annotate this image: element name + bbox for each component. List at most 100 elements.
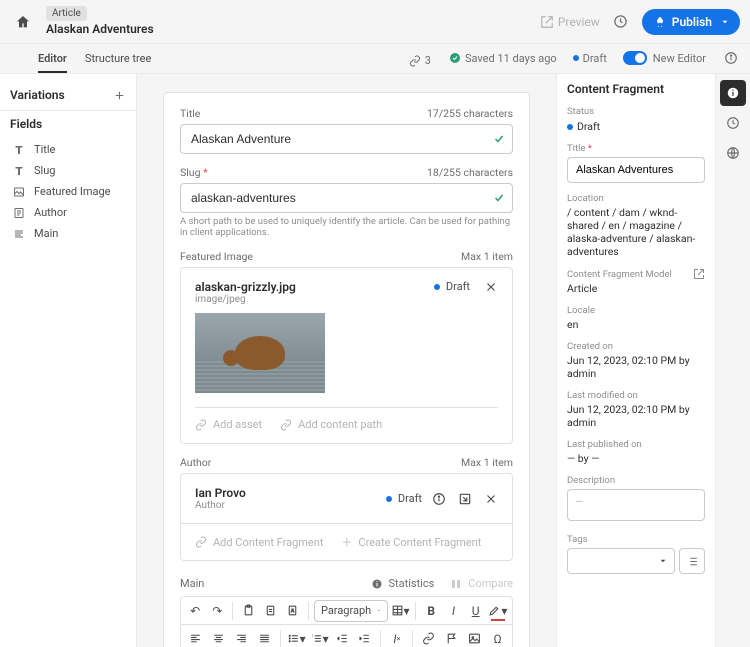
paste-button[interactable] bbox=[238, 600, 258, 622]
prop-label-model: Content Fragment Model bbox=[567, 269, 672, 280]
clock-icon bbox=[613, 14, 628, 29]
ghost-label: Create Content Fragment bbox=[358, 536, 481, 549]
chevron-down-icon bbox=[377, 606, 381, 615]
asset-thumbnail[interactable] bbox=[195, 313, 325, 393]
prop-value-modified: Jun 12, 2023, 02:10 PM by admin bbox=[567, 403, 705, 429]
tab-row: Editor Structure tree 3 Saved 11 days ag… bbox=[0, 44, 750, 74]
asset-filename: alaskan-grizzly.jpg bbox=[195, 280, 434, 294]
rail-languages-button[interactable] bbox=[720, 140, 746, 166]
rail-history-button[interactable] bbox=[720, 110, 746, 136]
open-external-icon bbox=[693, 268, 705, 280]
link-button[interactable] bbox=[418, 628, 439, 647]
form-panel: Title 17/255 characters Slug 18/255 char… bbox=[137, 74, 556, 647]
number-list-button[interactable]: 1▾ bbox=[309, 628, 330, 647]
tags-select[interactable] bbox=[567, 548, 675, 574]
preview-button[interactable]: Preview bbox=[540, 15, 600, 29]
align-center-button[interactable] bbox=[208, 628, 229, 647]
align-left-button[interactable] bbox=[185, 628, 206, 647]
slug-input[interactable] bbox=[180, 183, 513, 213]
open-external-icon bbox=[540, 15, 554, 29]
author-status: Draft bbox=[398, 492, 422, 505]
paragraph-format-select[interactable]: Paragraph bbox=[314, 600, 388, 622]
info-button[interactable] bbox=[722, 49, 740, 67]
rocket-icon bbox=[654, 16, 666, 28]
publish-button[interactable]: Publish bbox=[642, 9, 740, 35]
create-content-fragment-button[interactable]: ＋ Create Content Fragment bbox=[341, 534, 481, 550]
anchor-button[interactable] bbox=[441, 628, 462, 647]
field-nav-label: Featured Image bbox=[34, 185, 110, 198]
add-content-fragment-button[interactable]: Add Content Fragment bbox=[195, 534, 323, 550]
author-name: Ian Provo bbox=[195, 486, 376, 500]
info-icon bbox=[432, 492, 446, 506]
prop-input-description[interactable]: — bbox=[567, 489, 705, 521]
field-nav-slug[interactable]: Slug bbox=[0, 160, 136, 181]
undo-button[interactable]: ↶ bbox=[185, 600, 205, 622]
tab-structure-tree[interactable]: Structure tree bbox=[85, 52, 151, 73]
rich-text-editor: ↶ ↷ Paragraph ▾ B I bbox=[180, 596, 513, 647]
field-nav-author[interactable]: Author bbox=[0, 202, 136, 223]
special-char-button[interactable]: Ω bbox=[487, 628, 508, 647]
italic-button[interactable]: I bbox=[443, 600, 463, 622]
title-input[interactable] bbox=[180, 124, 513, 154]
bold-button[interactable]: B bbox=[421, 600, 441, 622]
references-button[interactable]: 3 bbox=[409, 54, 431, 73]
main-header: Main Statistics Compare bbox=[180, 577, 513, 590]
ghost-label: Add Content Fragment bbox=[213, 536, 323, 549]
new-editor-toggle[interactable] bbox=[623, 51, 647, 65]
table-button[interactable]: ▾ bbox=[390, 600, 410, 622]
author-card: Ian Provo Author Draft bbox=[180, 473, 513, 561]
clear-format-button[interactable]: I× bbox=[386, 628, 407, 647]
history-button[interactable] bbox=[610, 11, 632, 33]
underline-button[interactable]: U bbox=[466, 600, 486, 622]
prop-label-lastpub: Last published on bbox=[567, 439, 705, 450]
statistics-button[interactable]: Statistics bbox=[371, 577, 435, 590]
field-label: Main bbox=[180, 577, 204, 590]
insert-asset-button[interactable] bbox=[464, 628, 485, 647]
tags-browse-button[interactable] bbox=[679, 548, 705, 574]
add-content-path-button[interactable]: Add content path bbox=[280, 418, 382, 431]
paste-word-button[interactable] bbox=[283, 600, 303, 622]
status-dot bbox=[573, 55, 579, 61]
bullet-list-button[interactable]: ▾ bbox=[286, 628, 307, 647]
redo-button[interactable]: ↷ bbox=[207, 600, 227, 622]
paste-text-button[interactable] bbox=[261, 600, 281, 622]
field-nav-label: Slug bbox=[34, 164, 55, 177]
asset-card: alaskan-grizzly.jpg image/jpeg Draft bbox=[180, 267, 513, 444]
tab-editor[interactable]: Editor bbox=[38, 52, 67, 73]
link-icon bbox=[422, 632, 435, 645]
max-items: Max 1 item bbox=[461, 250, 513, 263]
home-button[interactable] bbox=[8, 7, 38, 37]
author-remove-button[interactable] bbox=[484, 492, 498, 506]
indent-button[interactable] bbox=[355, 628, 376, 647]
author-open-button[interactable] bbox=[458, 492, 472, 506]
align-right-button[interactable] bbox=[231, 628, 252, 647]
status-dot bbox=[386, 496, 392, 502]
text-color-button[interactable]: ▾ bbox=[488, 600, 508, 622]
open-model-button[interactable] bbox=[693, 268, 705, 280]
prop-label-description: Description bbox=[567, 475, 705, 486]
compare-icon bbox=[450, 578, 462, 590]
add-asset-button[interactable]: Add asset bbox=[195, 418, 262, 431]
prop-input-title[interactable] bbox=[567, 157, 705, 183]
outdent-button[interactable] bbox=[332, 628, 353, 647]
svg-text:1: 1 bbox=[311, 634, 313, 638]
author-info-button[interactable] bbox=[432, 492, 446, 506]
prop-value-created: Jun 12, 2023, 02:10 PM by admin bbox=[567, 354, 705, 380]
remove-asset-button[interactable] bbox=[484, 280, 498, 294]
field-nav-featured-image[interactable]: Featured Image bbox=[0, 181, 136, 202]
left-panel: Variations Fields Title Slug Featured Im… bbox=[0, 74, 137, 647]
field-nav-label: Title bbox=[34, 143, 55, 156]
align-justify-button[interactable] bbox=[254, 628, 275, 647]
check-icon bbox=[493, 192, 505, 204]
stats-label: Statistics bbox=[389, 577, 435, 590]
field-nav-title[interactable]: Title bbox=[0, 139, 136, 160]
add-variation-button[interactable] bbox=[113, 89, 126, 102]
fields-heading: Fields bbox=[0, 110, 136, 137]
field-nav-main[interactable]: Main bbox=[0, 223, 136, 244]
content-type-pill: Article bbox=[46, 6, 87, 21]
prop-label-tags: Tags bbox=[567, 534, 705, 545]
link-icon bbox=[409, 55, 421, 67]
title-block: Article Alaskan Adventures bbox=[46, 6, 154, 36]
info-icon bbox=[724, 51, 738, 65]
rail-properties-button[interactable] bbox=[720, 80, 746, 106]
